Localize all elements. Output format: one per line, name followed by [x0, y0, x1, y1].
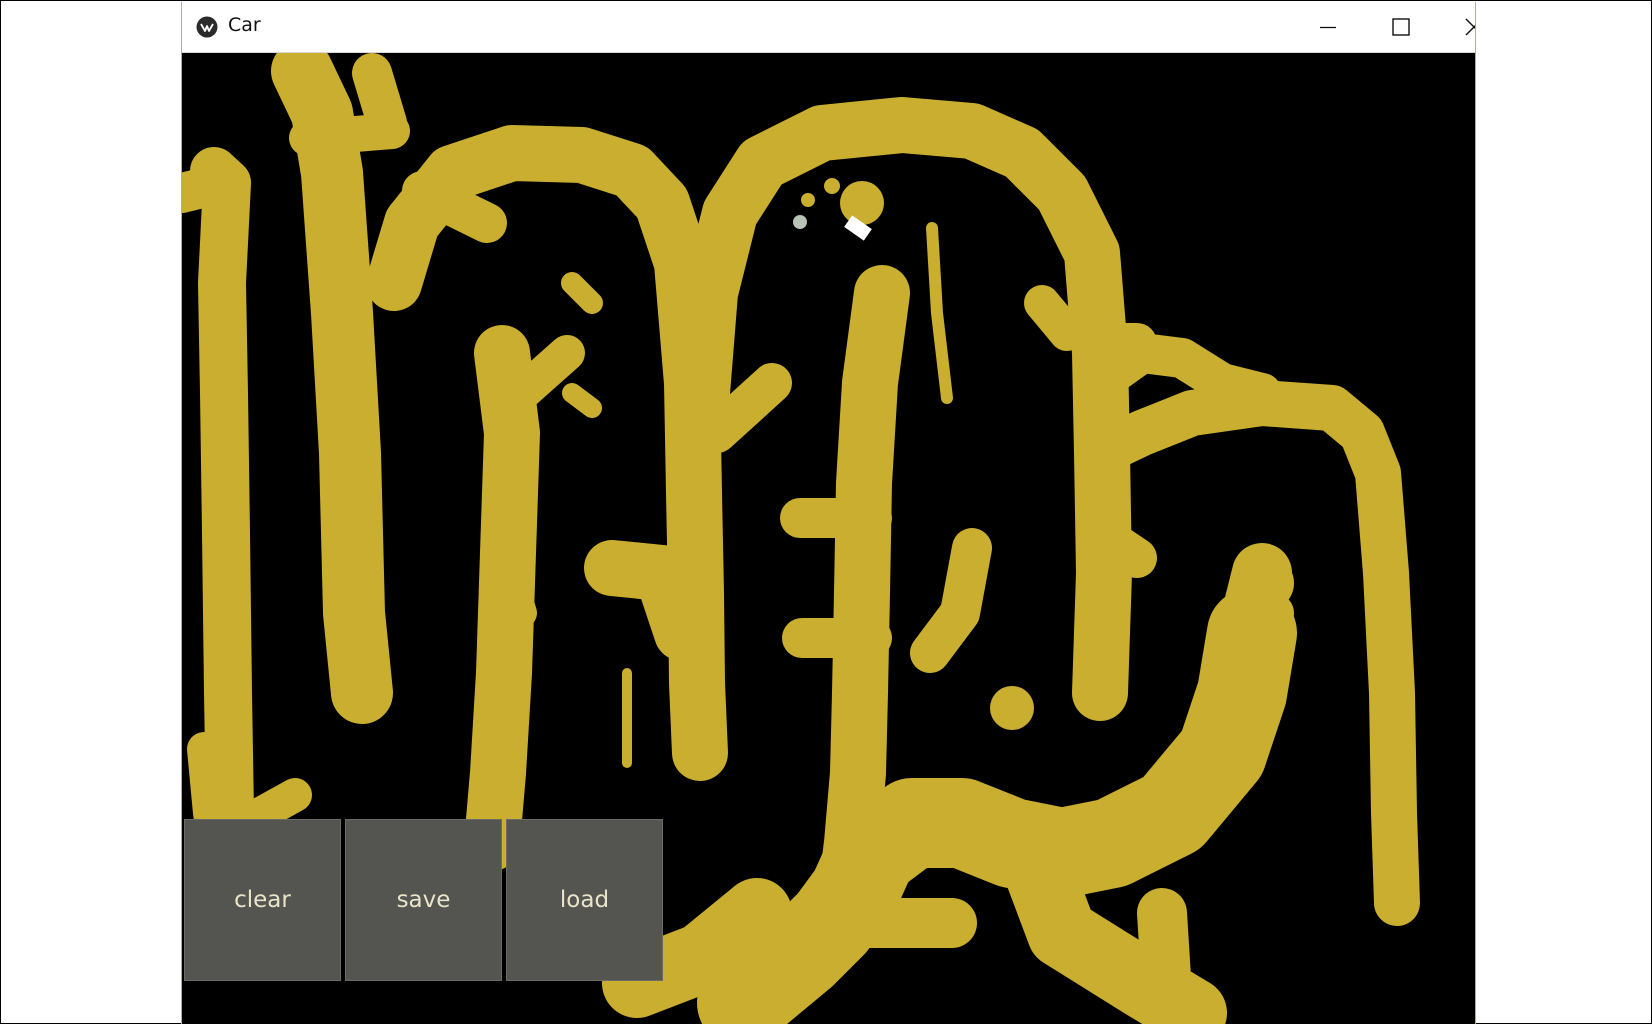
kivy-app-icon	[196, 16, 218, 38]
maximize-button[interactable]	[1365, 2, 1437, 52]
load-button[interactable]: load	[506, 819, 663, 981]
screenshot-frame: Car clear save load	[0, 0, 1652, 1024]
close-icon	[1465, 18, 1475, 36]
save-button[interactable]: save	[345, 819, 502, 981]
clear-button[interactable]: clear	[184, 819, 341, 981]
title-bar[interactable]: Car	[182, 2, 1475, 53]
close-button[interactable]	[1438, 2, 1475, 52]
window-title: Car	[228, 14, 261, 36]
drawing-canvas[interactable]: clear save load	[182, 53, 1475, 1024]
maximize-icon	[1392, 18, 1410, 36]
minimize-icon	[1320, 26, 1336, 29]
app-window: Car clear save load	[181, 2, 1476, 1024]
minimize-button[interactable]	[1292, 2, 1364, 52]
